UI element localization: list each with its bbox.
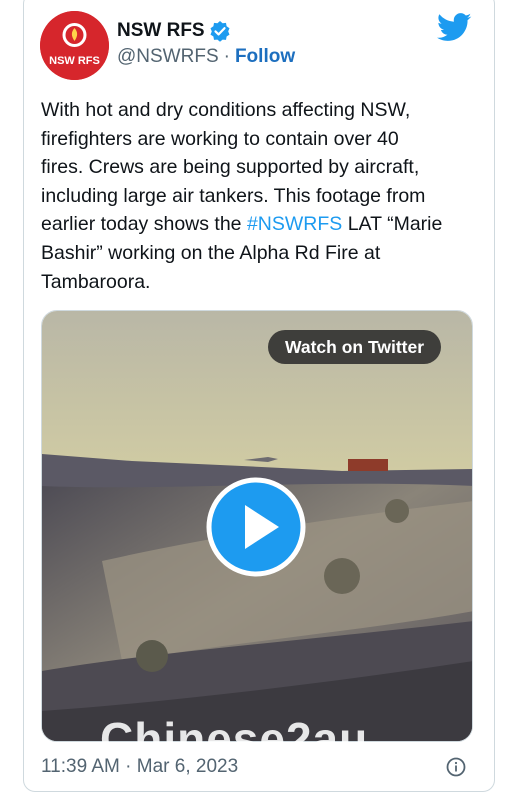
- verified-badge-icon: [209, 20, 231, 42]
- tweet-text: With hot and dry conditions affecting NS…: [41, 96, 481, 296]
- avatar[interactable]: NSW RFS: [40, 11, 109, 80]
- handle-row: @NSWRFS · Follow: [117, 46, 295, 68]
- timestamp-link[interactable]: 11:39 AM · Mar 6, 2023: [41, 756, 238, 777]
- follow-button[interactable]: Follow: [235, 46, 295, 68]
- hashtag-link[interactable]: #NSWRFS: [247, 213, 342, 235]
- watch-on-twitter-button[interactable]: Watch on Twitter: [268, 330, 442, 364]
- video-player[interactable]: Watch on Twitter: [41, 310, 473, 742]
- twitter-bird-icon[interactable]: [436, 13, 472, 42]
- handle[interactable]: @NSWRFS: [117, 46, 219, 68]
- rfs-logo-icon: NSW RFS: [40, 11, 109, 80]
- play-icon[interactable]: [206, 477, 306, 577]
- avatar-text: NSW RFS: [49, 55, 100, 67]
- display-name[interactable]: NSW RFS: [117, 20, 205, 42]
- separator: ·: [223, 46, 230, 67]
- name-row: NSW RFS: [117, 18, 231, 44]
- timestamp-row: 11:39 AM · Mar 6, 2023: [41, 756, 238, 778]
- info-icon[interactable]: [446, 757, 466, 777]
